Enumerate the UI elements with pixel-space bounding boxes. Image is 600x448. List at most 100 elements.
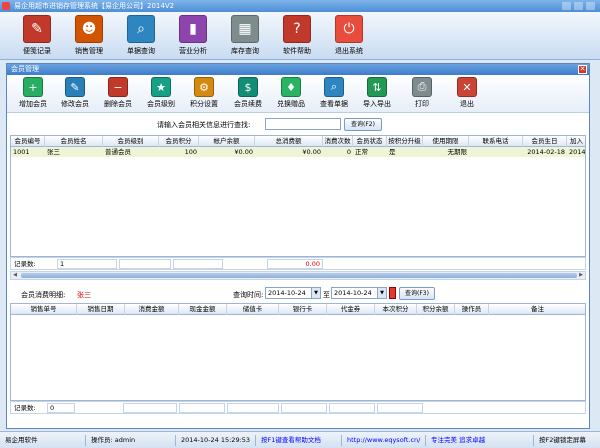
main-toolbar-label: 便笺记录 [23,47,51,55]
main-toolbar-button[interactable]: ⏻ 退出系统 [324,15,374,59]
dialog-toolbar-label: 退出 [460,100,474,108]
member-table-scrollbar[interactable]: ◀ ▶ [10,271,586,280]
detail-column-header[interactable]: 操作员 [455,304,489,315]
table-cell: 张三 [47,148,60,156]
table-cell: 0 [346,148,351,156]
status-operator: 操作员: admin [88,435,176,446]
member-table-header: 会员编号 会员姓名 会员级别 会员积分 帐户余额 总消费额 消费次数 会员状态 按积分升级 使用期… [11,136,585,147]
table-cell: 普通会员 [105,148,131,156]
detail-column-header[interactable]: 备注 [489,304,585,315]
dialog-toolbar-label: 增加会员 [19,100,47,108]
member-column-header[interactable]: 会员状态 [353,136,387,147]
calendar-dropdown-icon[interactable]: ▼ [311,288,320,298]
detail-column-header[interactable]: 积分余额 [417,304,455,315]
member-column-header[interactable]: 会员积分 [159,136,199,147]
member-column-header[interactable]: 使用期限 [423,136,469,147]
main-toolbar-button[interactable]: ✎ 便笺记录 [12,15,62,59]
detail-column-header[interactable]: 银行卡 [279,304,327,315]
minimize-button[interactable] [562,2,571,10]
close-window-button[interactable] [586,2,595,10]
member-column-header[interactable]: 总消费额 [255,136,323,147]
detail-table[interactable]: 销售单号 销售日期 消费金额 现金金额 储值卡 银行卡 代金券 本次积分 积分余额 操作员 备注 [10,303,586,401]
date-clear-icon[interactable] [389,287,396,299]
main-toolbar-button[interactable]: ⌕ 单据查询 [116,15,166,59]
search-row: 请输入会员相关信息进行查找: 查询(F2) [7,116,589,132]
dialog-toolbar-button[interactable]: ✎ 修改会员 [55,77,95,111]
scroll-left-icon[interactable]: ◀ [11,272,19,279]
window-title: 易企用超市进销存管理系统【易企用公司】2014V2 [14,2,175,10]
main-toolbar: ✎ 便笺记录 ☻ 销售管理 ⌕ 单据查询 ▮ 营业分析 ▦ 库存查询? 软件帮助 ⏻ 退出系统 [0,12,600,60]
dialog-toolbar-button[interactable]: − 删除会员 [98,77,138,111]
query-time-label: 查询时间: [233,291,264,299]
member-column-header[interactable]: 联系电话 [469,136,523,147]
detail-footer-cell [227,403,279,413]
member-count-label: 记录数: [14,260,36,268]
scroll-right-icon[interactable]: ▶ [577,272,585,279]
main-toolbar-label: 单据查询 [127,47,155,55]
dialog-toolbar-button[interactable]: ✕ 退出 [447,77,487,111]
add-member-icon: + [23,77,43,97]
member-column-header[interactable]: 帐户余额 [199,136,255,147]
detail-column-header[interactable]: 消费金额 [125,304,179,315]
dialog-toolbar-button[interactable]: ⎙ 打印 [402,77,442,111]
status-url-link[interactable]: http://www.eqysoft.cn/ [344,435,426,446]
table-cell: 100 [184,148,197,156]
detail-table-header: 销售单号 销售日期 消费金额 现金金额 储值卡 银行卡 代金券 本次积分 积分余额 操作员 备注 [11,304,585,315]
window-titlebar: 易企用超市进销存管理系统【易企用公司】2014V2 [0,0,600,12]
people-icon: ☻ [75,15,103,43]
detail-column-header[interactable]: 代金券 [327,304,375,315]
main-toolbar-button[interactable]: ☻ 销售管理 [64,15,114,59]
detail-label: 会员消费明细: [21,291,66,299]
dialog-toolbar-button[interactable]: ⚙ 积分设置 [184,77,224,111]
dialog-toolbar: + 增加会员 ✎ 修改会员 − 删除会员 ★ 会员级别 ⚙ 积分设置 $ 会员续费 ♦ 兑换赠品 ⌕ 查看单据… [7,75,589,113]
detail-query-button[interactable]: 查询(F3) [399,287,435,300]
member-column-header[interactable]: 加入 [567,136,585,147]
search-button[interactable]: 查询(F2) [344,118,382,131]
table-cell: ¥0.00 [302,148,321,156]
main-toolbar-button[interactable]: ? 软件帮助 [272,15,322,59]
detail-member-name: 张三 [77,291,91,299]
member-management-dialog: 会员管理 ✕ + 增加会员 ✎ 修改会员 − 删除会员 ★ 会员级别 ⚙ 积分设置 $ 会员续费 ♦ 兑换… [6,63,590,429]
maximize-button[interactable] [574,2,583,10]
detail-footer-cell [123,403,177,413]
detail-count-value: 0 [47,403,75,413]
member-footer: 记录数: 1 0.00 [10,257,586,270]
dialog-toolbar-button[interactable]: ⌕ 查看单据 [314,77,354,111]
search-input[interactable] [265,118,341,130]
main-toolbar-button[interactable]: ▮ 营业分析 [168,15,218,59]
detail-count-label: 记录数: [14,404,36,412]
status-help: 按F1键查看帮助文档 [258,435,342,446]
table-row[interactable]: 1001 张三 普通会员 100 ¥0.00 ¥0.00 0 正常 是 无期限 2014-02-18… [11,147,585,157]
calendar-dropdown-icon[interactable]: ▼ [377,288,386,298]
main-toolbar-label: 营业分析 [179,47,207,55]
main-toolbar-button[interactable]: ▦ 库存查询 [220,15,270,59]
magnifier-icon: ⌕ [127,15,155,43]
detail-footer: 记录数: 0 [10,401,586,414]
detail-column-header[interactable]: 储值卡 [227,304,279,315]
detail-column-header[interactable]: 现金金额 [179,304,227,315]
to-date-picker[interactable]: 2014-10-24 ▼ [331,287,387,299]
dialog-toolbar-button[interactable]: + 增加会员 [13,77,53,111]
dialog-toolbar-button[interactable]: $ 会员续费 [228,77,268,111]
member-column-header[interactable]: 会员生日 [523,136,567,147]
dialog-toolbar-label: 导入导出 [363,100,391,108]
status-company: 易企用软件 [2,435,86,446]
table-cell: 1001 [13,148,30,156]
detail-column-header[interactable]: 销售日期 [77,304,125,315]
from-date-picker[interactable]: 2014-10-24 ▼ [265,287,321,299]
detail-column-header[interactable]: 本次积分 [375,304,417,315]
detail-column-header[interactable]: 销售单号 [11,304,77,315]
gift-icon: ♦ [281,77,301,97]
scrollbar-thumb[interactable] [21,273,577,278]
dialog-close-button[interactable]: ✕ [578,65,587,74]
dialog-toolbar-button[interactable]: ★ 会员级别 [141,77,181,111]
dialog-toolbar-label: 打印 [415,100,429,108]
member-column-header[interactable]: 消费次数 [323,136,353,147]
member-table[interactable]: 会员编号 会员姓名 会员级别 会员积分 帐户余额 总消费额 消费次数 会员状态 按积分升级 使用期… [10,135,586,257]
dialog-toolbar-button[interactable]: ⇅ 导入导出 [357,77,397,111]
member-column-header[interactable]: 按积分升级 [387,136,423,147]
dialog-toolbar-button[interactable]: ♦ 兑换赠品 [271,77,311,111]
member-column-header[interactable]: 会员编号 [11,136,45,147]
member-column-header[interactable]: 会员姓名 [45,136,103,147]
member-column-header[interactable]: 会员级别 [103,136,159,147]
